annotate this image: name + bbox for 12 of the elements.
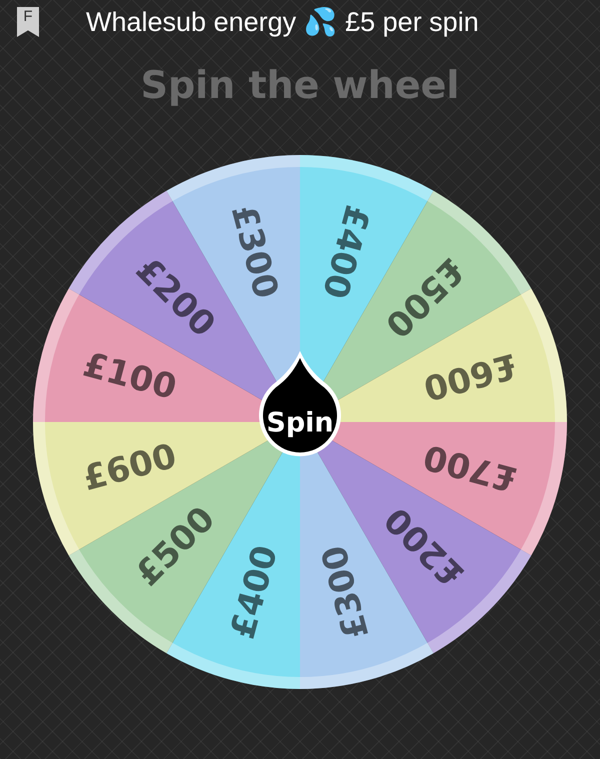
prize-label: £300 [222, 200, 286, 303]
prize-label: £600 [78, 436, 181, 500]
prize-label: £600 [419, 344, 522, 408]
page-title: Whalesub energy 💦 £5 per spin [86, 6, 479, 38]
bookmark-icon[interactable]: F [17, 7, 39, 37]
prize-label: £700 [419, 436, 522, 500]
spin-button[interactable]: Spin [259, 351, 341, 456]
heading: Spin the wheel [140, 62, 460, 109]
prize-label: £300 [314, 541, 378, 644]
prize-label: £400 [314, 200, 378, 303]
prize-label: £100 [78, 344, 181, 408]
prize-label: £400 [222, 541, 286, 644]
